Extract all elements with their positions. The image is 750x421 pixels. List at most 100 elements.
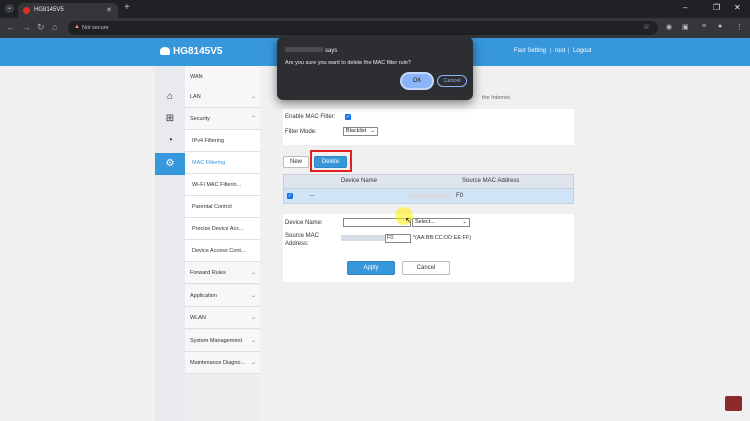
mac-filter-settings-panel: Enable MAC Filter: ✓ Filter Mode: Blackl… [283,109,574,145]
form-actions: Apply Cancel [283,254,574,282]
source-mac-input-value: F0 [387,235,394,241]
menu-item-label: WLAN [190,315,206,321]
chevron-down-icon: ⌄ [250,94,256,100]
close-window-icon[interactable]: ✕ [734,3,741,12]
dialog-cancel-button[interactable]: Cancel [437,75,467,87]
row-select-checkbox[interactable]: ✓ [287,193,293,199]
tab-favicon-icon [23,7,30,14]
chevron-down-icon: ⌄ [250,360,256,366]
dialog-ok-button[interactable]: OK [402,74,432,88]
dialog-title-suffix: says [325,48,338,54]
fast-setting-link[interactable]: Fast Setting [514,48,546,54]
device-select-value: Select... [415,219,435,225]
status-category-icon[interactable]: ◔ [155,130,185,152]
mac-format-hint: *(AA:BB:CC:DD:EE:FF) [413,235,472,241]
enable-mac-filter-label: Enable MAC Filter: [285,114,336,120]
extensions-puzzle-icon[interactable]: ▣ [682,23,689,31]
menu-item-mac-filtering[interactable]: MAC Filtering [185,152,260,174]
source-mac-label: Source MAC [285,233,320,239]
column-header-device-name: Device Name [341,178,378,184]
menu-item-maintenance-diagnosis[interactable]: Maintenance Diagno... ⌄ [185,352,260,374]
advanced-category-icon[interactable]: ⊞ [155,108,185,130]
channel-logo [725,396,742,411]
apply-button[interactable]: Apply [347,261,395,275]
menu-item-label: MAC Filtering [192,160,226,166]
menu-item-wifi-mac-filtering[interactable]: Wi-Fi MAC Filterin... [185,174,260,196]
menu-item-parental-control[interactable]: Parental Control [185,196,260,218]
close-tab-icon[interactable]: ✕ [106,3,112,18]
back-icon[interactable]: ← [6,22,15,32]
extension-icon[interactable]: ◉ [666,23,672,31]
navigation-menu: WAN LAN ⌄ Security ⌃ IPv4 Filtering MAC Fi… [185,66,260,421]
browser-tab-bar: ⌄ HG8145V5 ✕ + – ❐ ✕ [0,0,750,18]
separator: | [550,48,552,54]
menu-item-label: Wi-Fi MAC Filterin... [192,182,242,188]
settings-category-icon[interactable]: ⚙ [155,153,185,175]
menu-item-application[interactable]: Application ⌄ [185,285,260,307]
redacted-host [285,47,323,52]
forward-icon[interactable]: → [22,22,31,32]
menu-item-label: IPv4 Filtering [192,138,225,144]
filter-mode-value: Blacklist [346,128,367,134]
menu-item-label: Security [190,116,210,122]
enable-mac-filter-checkbox[interactable]: ✓ [345,114,351,120]
menu-item-label: System Management [190,338,242,344]
chevron-down-icon: ⌄ [250,293,256,299]
menu-item-wlan[interactable]: WLAN ⌄ [185,307,260,329]
redacted-mac [341,235,385,241]
column-header-source-mac: Source MAC Address [462,178,520,184]
source-mac-input[interactable]: F0 [385,234,411,243]
chevron-down-icon: ⌄ [250,338,256,344]
tab-search-icon[interactable]: ⌄ [5,4,14,13]
bookmark-star-icon[interactable]: ☆ [643,22,650,31]
menu-item-label: WAN [190,74,203,80]
home-icon[interactable]: ⌂ [52,22,57,32]
confirm-dialog: says Are you sure you want to delete the… [277,37,473,100]
router-model: HG8145V5 [173,46,223,57]
chevron-down-icon: ⌄ [250,315,256,321]
source-mac-label-2: Address: [285,241,309,247]
redacted-mac [409,193,453,199]
category-icon-strip: ⌂ ⊞ ◔ ⚙ [155,66,185,421]
chrome-menu-icon[interactable]: ⋮ [736,23,743,31]
new-button[interactable]: New [283,156,309,168]
table-header: Device Name Source MAC Address [283,174,574,189]
maximize-icon[interactable]: ❐ [713,3,720,12]
address-bar[interactable]: ▲ Not secure ☆ [68,21,658,35]
media-control-icon[interactable]: ≡ [702,23,706,30]
filter-mode-select[interactable]: Blacklist ⌄ [343,127,378,136]
logout-link[interactable]: Logout [573,48,591,54]
browser-tab[interactable]: HG8145V5 ✕ [18,3,118,18]
menu-item-system-management[interactable]: System Management ⌄ [185,330,260,352]
menu-item-label: LAN [190,94,201,100]
username-label: root [555,48,566,54]
menu-item-ipv4-filtering[interactable]: IPv4 Filtering [185,130,260,152]
menu-item-label: Forward Rules [190,270,226,276]
menu-item-forward-rules[interactable]: Forward Rules ⌄ [185,262,260,284]
new-tab-button[interactable]: + [124,2,130,13]
reload-icon[interactable]: ↻ [37,22,45,33]
menu-item-security[interactable]: Security ⌃ [185,108,260,130]
menu-item-wan[interactable]: WAN [185,66,260,88]
delete-button[interactable]: Delete [314,156,347,168]
huawei-flower-icon [160,47,170,55]
dialog-message: Are you sure you want to delete the MAC … [285,60,411,66]
browser-toolbar: ← → ↻ ⌂ ▲ Not secure ☆ ◉ ▣ ≡ ● ⋮ [0,18,750,38]
minimize-icon[interactable]: – [683,3,687,12]
device-select[interactable]: Select... ⌄ [412,218,470,227]
mouse-cursor-icon: ↖ [405,216,412,225]
separator: | [568,48,570,54]
row-mac-address: F0 [456,193,464,199]
menu-item-lan[interactable]: LAN ⌄ [185,86,260,108]
chevron-down-icon: ⌄ [462,219,467,225]
menu-item-precise-device-access[interactable]: Precise Device Acc... [185,218,260,240]
security-label[interactable]: Not secure [82,21,109,35]
row-device-name: -- [310,193,314,199]
table-row[interactable]: ✓ -- F0 [283,189,574,204]
huawei-logo: HG8145V5 [160,46,222,57]
cancel-button[interactable]: Cancel [402,261,450,275]
home-category-icon[interactable]: ⌂ [155,86,185,108]
dialog-title: says [285,47,337,54]
menu-item-device-access-control[interactable]: Device Access Cont... [185,240,260,262]
profile-icon[interactable]: ● [718,23,722,30]
